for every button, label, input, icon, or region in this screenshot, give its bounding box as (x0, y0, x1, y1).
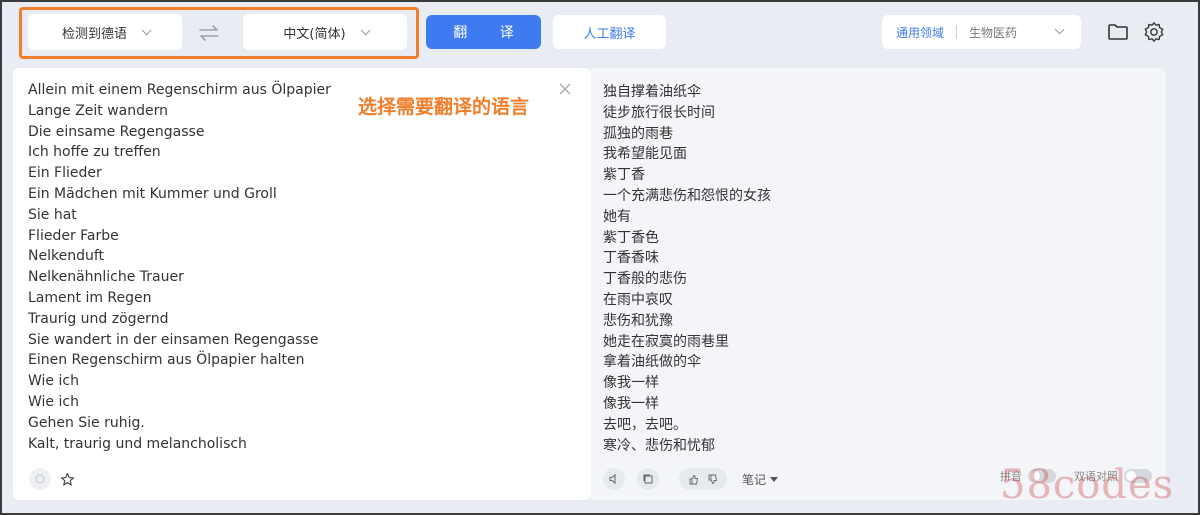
star-icon[interactable] (60, 472, 75, 487)
source-text-line: Nelkenduft (28, 248, 105, 265)
domain-divider (956, 25, 958, 39)
source-text-line: Nelkenähnliche Trauer (28, 269, 184, 286)
close-icon[interactable] (558, 82, 572, 96)
translation-text-line: 她有 (603, 208, 631, 225)
translation-text-area: 独自撑着油纸伞 徒步旅行很长时间 孤独的雨巷我希望能见面 紫丁香一个充满悲伤和怨恨的女… (603, 82, 771, 456)
source-text-line: Traurig und zögernd (28, 310, 169, 327)
thumbs-up-icon[interactable] (688, 474, 699, 485)
translation-text-line: 在雨中哀叹 (603, 291, 673, 308)
translation-text-line: 寒冷、悲伤和忧郁 (603, 437, 715, 454)
folder-icon[interactable] (1107, 22, 1129, 42)
translation-text-line: 像我一样 (603, 375, 659, 392)
human-translate-button[interactable]: 人工翻译 (553, 15, 666, 49)
source-text-line: Die einsame Regengasse (28, 123, 205, 140)
notes-dropdown[interactable]: 笔记 (742, 471, 779, 488)
source-language-label: 检测到德语 (61, 26, 127, 42)
copy-icon[interactable] (637, 468, 659, 490)
domain-current-option[interactable]: 生物医药 (969, 24, 1017, 41)
source-text-line: Lament im Regen (28, 289, 152, 306)
source-language-select[interactable]: 检测到德语 (28, 14, 182, 50)
source-text-line: Einen Regenschirm aus Ölpapier halten (28, 352, 305, 369)
source-text-line: Gehen Sie ruhig. (28, 414, 145, 431)
translation-text-line: 独自撑着油纸伞 (603, 84, 701, 100)
translation-text-line: 紫丁香 (603, 167, 645, 184)
chevron-down-icon (360, 24, 371, 35)
gear-icon[interactable] (1143, 21, 1165, 43)
source-text-line: Allein mit einem Regenschirm aus Ölpapie… (28, 82, 331, 98)
translation-text-line: 像我一样 (603, 395, 659, 412)
thumbs-down-icon[interactable] (707, 474, 718, 485)
translation-panel: 独自撑着油纸伞 徒步旅行很长时间 孤独的雨巷我希望能见面 紫丁香一个充满悲伤和怨恨的女… (591, 68, 1166, 500)
caret-down-icon (770, 477, 779, 482)
annotation-text: 选择需要翻译的语言 (358, 96, 530, 118)
domain-general-option[interactable]: 通用领域 (896, 24, 944, 41)
translation-text-line: 丁香香味 (603, 250, 659, 267)
translation-text-line: 去吧，去吧。 (603, 416, 687, 433)
source-text-line: Kalt, traurig und melancholisch (28, 435, 247, 452)
target-language-label: 中文(简体) (283, 26, 346, 42)
translation-text-line: 拿着油纸做的伞 (603, 354, 701, 371)
source-text-line: Flieder Farbe (28, 227, 119, 244)
translation-text-line: 徒步旅行很长时间 (603, 104, 715, 121)
translation-text-line: 孤独的雨巷 (603, 125, 673, 142)
domain-select[interactable]: 通用领域 生物医药 (882, 15, 1081, 49)
translation-text-line: 丁香般的悲伤 (603, 271, 687, 288)
speaker-icon[interactable] (29, 468, 51, 490)
chevron-down-icon (141, 24, 152, 35)
speaker-icon[interactable] (603, 468, 625, 490)
source-text-line: Ich hoffe zu treffen (28, 144, 161, 161)
source-text-panel[interactable]: Allein mit einem Regenschirm aus Ölpapie… (13, 68, 591, 500)
source-text-line: Ein Mädchen mit Kummer und Groll (28, 185, 277, 202)
source-text-line: Wie ich (28, 393, 79, 410)
translate-button[interactable]: 翻 译 (426, 15, 541, 49)
source-text-line: Ein Flieder (28, 165, 102, 182)
source-text-line: Sie wandert in der einsamen Regengasse (28, 331, 319, 348)
source-text-area[interactable]: Allein mit einem Regenschirm aus Ölpapie… (28, 80, 331, 454)
feedback-pill[interactable] (679, 468, 727, 490)
watermark-text: 58codes (1000, 462, 1175, 508)
chevron-down-icon (1054, 24, 1065, 35)
notes-label: 笔记 (742, 473, 767, 487)
swap-languages-icon[interactable] (198, 24, 220, 42)
target-language-select[interactable]: 中文(简体) (243, 14, 407, 50)
source-text-line: Sie hat (28, 206, 77, 223)
source-text-line: Lange Zeit wandern (28, 102, 169, 119)
translation-text-line: 她走在寂寞的雨巷里 (603, 333, 729, 350)
source-text-line: Wie ich (28, 373, 79, 390)
translation-text-line: 我希望能见面 (603, 146, 687, 163)
translation-text-line: 悲伤和犹豫 (603, 312, 673, 329)
translation-text-line: 一个充满悲伤和怨恨的女孩 (603, 187, 771, 204)
toolbar: 检测到德语 中文(简体) 翻 译 人工翻译 通用领域 生物医药 (0, 0, 1200, 64)
translation-text-line: 紫丁香色 (603, 229, 659, 246)
